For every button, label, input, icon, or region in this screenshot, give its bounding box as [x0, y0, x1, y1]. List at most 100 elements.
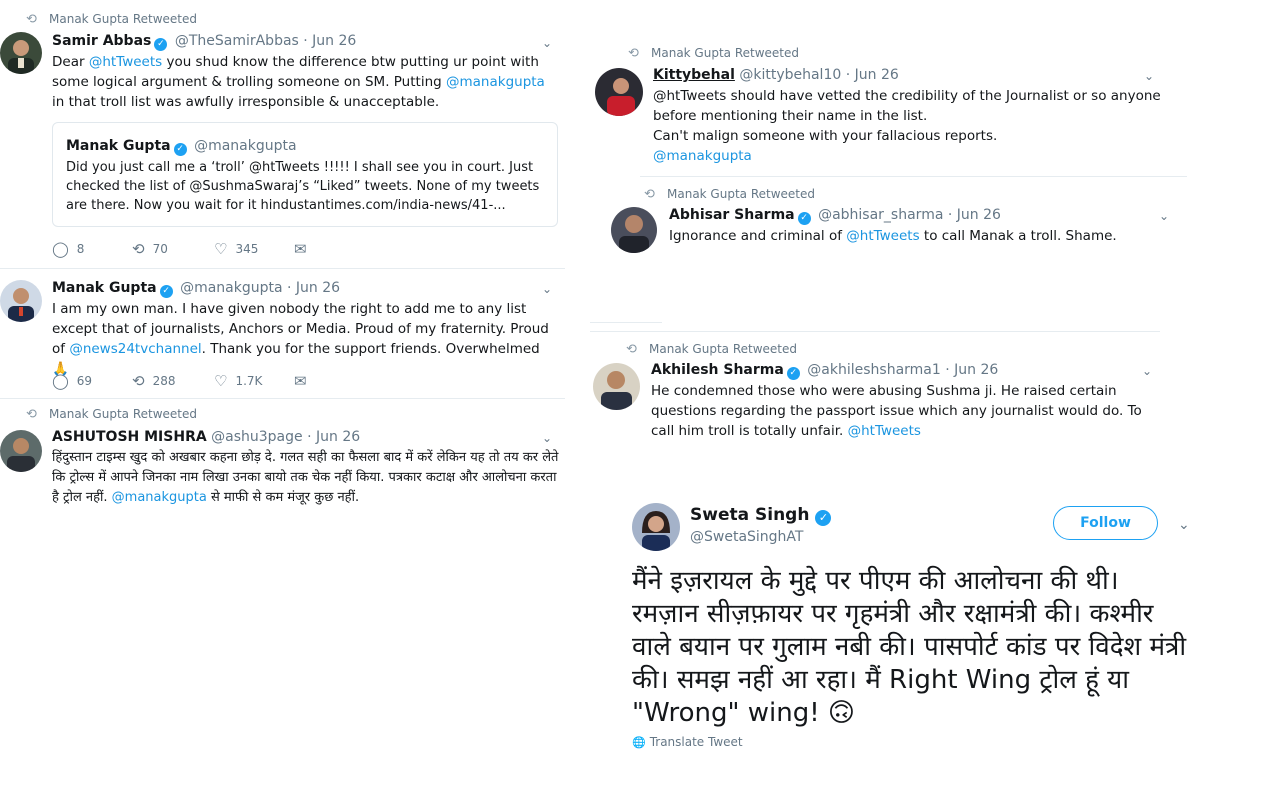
retweet-icon: ⟲	[132, 240, 145, 258]
tweet-text: Dear @htTweets you shud know the differe…	[52, 54, 545, 110]
tweet-actions: ◯ 69 ⟲ 288 ♡ 1.7K ✉	[52, 372, 552, 392]
tweet-abhisar-sharma[interactable]: ⟲ Manak Gupta Retweeted Abhisar Sharma ✓ @…	[600, 180, 1190, 280]
tweet-header: Manak Gupta ✓ @manakgupta · Jun 26	[52, 280, 340, 298]
retweet-button[interactable]: ⟲ 288	[132, 372, 175, 390]
author-handle[interactable]: @kittybehal10	[739, 67, 841, 83]
author-name[interactable]: Manak Gupta	[52, 280, 157, 296]
avatar[interactable]	[611, 207, 657, 253]
author-name[interactable]: ASHUTOSH MISHRA	[52, 429, 207, 445]
avatar[interactable]	[0, 430, 42, 472]
verified-icon: ✓	[154, 38, 168, 51]
tweet-sweta-singh[interactable]: Sweta Singh ✓ @SwetaSinghAT Follow ⌄ मैंन…	[620, 495, 1210, 765]
mention-link[interactable]: @manakgupta	[653, 146, 1173, 166]
tweet-kittybehal[interactable]: ⟲ Manak Gupta Retweeted Kittybehal @kitty…	[590, 40, 1190, 180]
tweet-date[interactable]: · Jun 26	[303, 33, 356, 49]
chevron-down-icon[interactable]: ⌄	[1178, 517, 1190, 533]
message-button[interactable]: ✉	[294, 372, 315, 390]
avatar[interactable]	[632, 503, 680, 551]
retweet-header: ⟲ Manak Gupta Retweeted	[626, 342, 797, 357]
avatar[interactable]	[593, 363, 640, 410]
mail-icon: ✉	[294, 372, 307, 390]
chevron-down-icon[interactable]: ⌄	[1142, 364, 1152, 378]
quoted-tweet[interactable]: Manak Gupta ✓ @manakgupta Did you just ca…	[52, 122, 558, 227]
divider	[0, 268, 565, 269]
tweet-date[interactable]: · Jun 26	[948, 207, 1001, 223]
tweet-manak-gupta[interactable]: Manak Gupta ✓ @manakgupta · Jun 26 ⌄ I am…	[0, 270, 565, 398]
tweet-text: I am my own man. I have given nobody the…	[52, 301, 549, 377]
tweet-text: हिंदुस्तान टाइम्स खुद को अखबार कहना छोड़…	[52, 450, 559, 505]
retweet-header: ⟲ Manak Gupta Retweeted	[628, 46, 799, 61]
divider	[0, 398, 565, 399]
chevron-down-icon[interactable]: ⌄	[542, 282, 552, 296]
tweet-date[interactable]: · Jun 26	[287, 280, 340, 296]
mention-link[interactable]: @manakgupta	[112, 490, 207, 505]
tweet-ashutosh-mishra[interactable]: ⟲ Manak Gupta Retweeted ASHUTOSH MISHRA @…	[0, 400, 565, 520]
chevron-down-icon[interactable]: ⌄	[542, 36, 552, 50]
author-name[interactable]: Sweta Singh	[690, 505, 809, 525]
reply-icon: ◯	[52, 240, 69, 258]
retweet-icon: ⟲	[626, 342, 637, 357]
tweet-header: Kittybehal @kittybehal10 · Jun 26	[653, 67, 899, 83]
author-name[interactable]: Kittybehal	[653, 67, 735, 83]
mention-link[interactable]: @news24tvchannel	[69, 341, 201, 357]
mail-icon: ✉	[294, 240, 307, 258]
reply-button[interactable]: ◯ 69	[52, 372, 92, 390]
retweet-icon: ⟲	[644, 187, 655, 202]
reply-button[interactable]: ◯ 8	[52, 240, 84, 258]
tweet-date[interactable]: · Jun 26	[307, 429, 360, 445]
translate-tweet-link[interactable]: 🌐 Translate Tweet	[632, 735, 743, 749]
chevron-down-icon[interactable]: ⌄	[1144, 69, 1154, 83]
author-handle[interactable]: @TheSamirAbbas	[175, 33, 299, 49]
retweet-header: ⟲ Manak Gupta Retweeted	[26, 12, 197, 27]
tweet-date[interactable]: · Jun 26	[945, 362, 998, 378]
retweet-icon: ⟲	[132, 372, 145, 390]
avatar[interactable]	[0, 280, 42, 322]
tweet-header: Akhilesh Sharma ✓ @akhileshsharma1 · Jun …	[651, 362, 998, 380]
mention-link[interactable]: @htTweets	[848, 423, 921, 439]
chevron-down-icon[interactable]: ⌄	[542, 431, 552, 445]
tweet-header: Samir Abbas ✓ @TheSamirAbbas · Jun 26	[52, 33, 356, 51]
author-handle[interactable]: @abhisar_sharma	[818, 207, 943, 223]
author-handle[interactable]: @ashu3page	[211, 429, 303, 445]
mention-link[interactable]: @htTweets	[846, 228, 919, 244]
quoted-author-handle: @manakgupta	[194, 138, 297, 154]
retweet-button[interactable]: ⟲ 70	[132, 240, 168, 258]
author-handle[interactable]: @akhileshsharma1	[807, 362, 941, 378]
like-icon: ♡	[214, 240, 228, 258]
tweet-text: He condemned those who were abusing Sush…	[651, 383, 1142, 439]
tweet-text: Ignorance and criminal of @htTweets to c…	[669, 228, 1117, 244]
tweet-akhilesh-sharma[interactable]: ⟲ Manak Gupta Retweeted Akhilesh Sharma ✓ …	[590, 335, 1190, 455]
tweet-line: Can't malign someone with your fallaciou…	[653, 128, 998, 144]
reply-icon: ◯	[52, 372, 69, 390]
author-handle[interactable]: @SwetaSinghAT	[690, 529, 803, 545]
like-button[interactable]: ♡ 345	[214, 240, 258, 258]
verified-icon: ✓	[797, 212, 811, 225]
verified-icon: ✓	[815, 510, 832, 526]
tweet-samir-abbas[interactable]: ⟲ Manak Gupta Retweeted Samir Abbas ✓ @The…	[0, 0, 565, 268]
tweet-line: @htTweets should have vetted the credibi…	[653, 88, 1161, 124]
follow-button[interactable]: Follow	[1053, 506, 1158, 540]
tweet-header: ASHUTOSH MISHRA @ashu3page · Jun 26	[52, 429, 360, 445]
author-handle[interactable]: @manakgupta	[180, 280, 283, 296]
retweet-icon: ⟲	[26, 407, 37, 422]
globe-icon: 🌐	[632, 736, 646, 749]
divider	[640, 176, 1187, 177]
verified-icon: ✓	[173, 143, 187, 156]
author-name[interactable]: Akhilesh Sharma	[651, 362, 784, 378]
tweet-actions: ◯ 8 ⟲ 70 ♡ 345 ✉	[52, 240, 552, 260]
mention-link[interactable]: @htTweets	[89, 54, 162, 70]
mention-link[interactable]: @manakgupta	[446, 74, 545, 90]
like-icon: ♡	[214, 372, 228, 390]
message-button[interactable]: ✉	[294, 240, 315, 258]
avatar[interactable]	[595, 68, 643, 116]
quoted-author-name: Manak Gupta	[66, 138, 171, 154]
verified-icon: ✓	[786, 367, 800, 380]
author-name[interactable]: Abhisar Sharma	[669, 207, 795, 223]
tweet-text: @htTweets should have vetted the credibi…	[653, 86, 1173, 166]
avatar[interactable]	[0, 32, 42, 74]
chevron-down-icon[interactable]: ⌄	[1159, 209, 1169, 223]
divider	[590, 322, 662, 323]
like-button[interactable]: ♡ 1.7K	[214, 372, 262, 390]
author-name[interactable]: Samir Abbas	[52, 33, 151, 49]
tweet-date[interactable]: · Jun 26	[846, 67, 899, 83]
